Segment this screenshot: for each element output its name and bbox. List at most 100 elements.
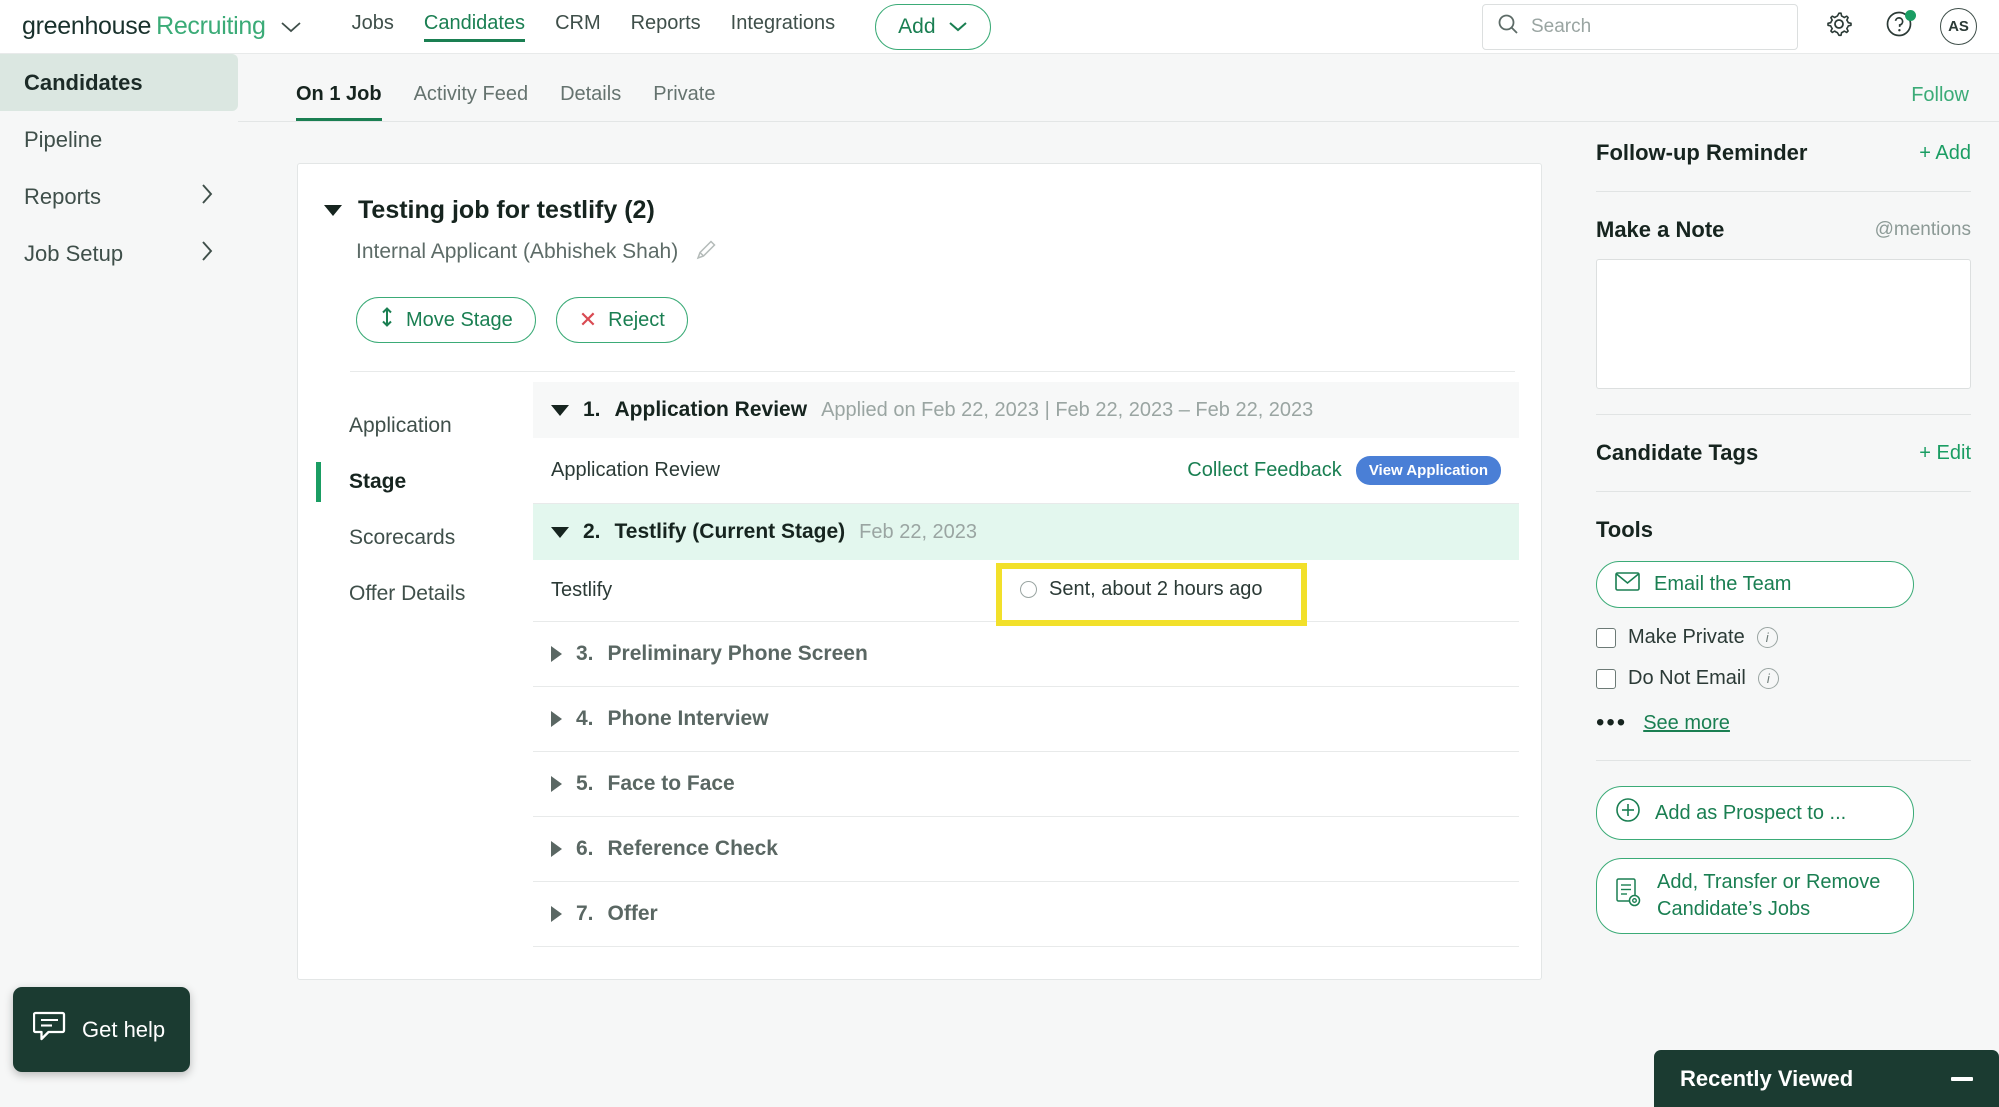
- edit-tags-button[interactable]: + Edit: [1919, 442, 1971, 465]
- do-not-email-row[interactable]: Do Not Email i: [1596, 667, 1971, 690]
- mentions-hint[interactable]: @mentions: [1875, 219, 1971, 241]
- search-box[interactable]: [1482, 3, 1798, 50]
- sidebar-item-reports[interactable]: Reports: [0, 168, 238, 225]
- chat-bubble-icon: [32, 1010, 69, 1049]
- app-logo[interactable]: greenhouse Recruiting: [22, 12, 302, 41]
- add-button[interactable]: Add: [875, 3, 991, 50]
- see-more-row[interactable]: ••• See more: [1596, 710, 1971, 735]
- stage-header-application-review[interactable]: 1. Application Review Applied on Feb 22,…: [533, 382, 1519, 438]
- nav-link-integrations[interactable]: Integrations: [731, 12, 836, 42]
- add-as-prospect-button[interactable]: Add as Prospect to ...: [1596, 786, 1914, 840]
- add-followup-button[interactable]: + Add: [1919, 142, 1971, 165]
- collapse-triangle-icon[interactable]: [551, 526, 569, 538]
- tab-activity-feed[interactable]: Activity Feed: [414, 83, 528, 121]
- reject-button[interactable]: ✕ Reject: [555, 297, 688, 343]
- stage-row-label: Application Review: [551, 459, 720, 481]
- sub-nav-item-scorecards[interactable]: Scorecards: [333, 510, 533, 566]
- recently-viewed-label: Recently Viewed: [1680, 1065, 1854, 1091]
- settings-button[interactable]: [1820, 8, 1858, 46]
- testlify-status-group[interactable]: Sent, about 2 hours ago: [1020, 578, 1263, 601]
- move-stage-icon: [379, 306, 395, 334]
- tab-list: On 1 Job Activity Feed Details Private: [296, 83, 715, 121]
- make-private-row[interactable]: Make Private i: [1596, 626, 1971, 649]
- get-help-button[interactable]: Get help: [13, 987, 190, 1072]
- stage-action-buttons: Move Stage ✕ Reject: [356, 297, 1541, 343]
- chevron-down-icon: [948, 15, 968, 39]
- recently-viewed-panel[interactable]: Recently Viewed: [1654, 1050, 1999, 1107]
- collect-feedback-link[interactable]: Collect Feedback: [1187, 459, 1342, 482]
- make-a-note-section: Make a Note @mentions: [1568, 217, 1999, 389]
- chevron-right-icon: [200, 183, 214, 211]
- note-textarea[interactable]: [1596, 259, 1971, 389]
- sidebar-item-label: Reports: [24, 183, 102, 209]
- sidebar-item-pipeline[interactable]: Pipeline: [0, 111, 238, 168]
- stage-header-reference-check[interactable]: 6. Reference Check: [533, 817, 1519, 882]
- make-private-label: Make Private: [1628, 626, 1745, 648]
- nav-link-jobs[interactable]: Jobs: [352, 12, 394, 42]
- candidate-jobs-actions: Add as Prospect to ... Add, Transfer or …: [1568, 786, 1999, 934]
- nav-link-crm[interactable]: CRM: [555, 12, 601, 42]
- chevron-down-icon[interactable]: [280, 20, 302, 34]
- followup-reminder-section: Follow-up Reminder + Add: [1568, 140, 1999, 166]
- greenhouse-candidate-page: greenhouse Recruiting Jobs Candidates CR…: [0, 0, 1999, 1107]
- search-input[interactable]: [1531, 15, 1783, 38]
- sidebar-item-candidates[interactable]: Candidates: [0, 54, 238, 111]
- sub-nav-item-offer-details[interactable]: Offer Details: [333, 566, 533, 622]
- collapse-triangle-icon[interactable]: [551, 404, 569, 416]
- transfer-jobs-button[interactable]: Add, Transfer or Remove Candidate’s Jobs: [1596, 858, 1914, 934]
- stage-name: Offer: [607, 902, 658, 925]
- stage-row-label: Testlify: [551, 579, 613, 601]
- expand-triangle-icon[interactable]: [551, 776, 562, 792]
- close-x-icon: ✕: [578, 307, 598, 332]
- stage-header-phone-interview[interactable]: 4. Phone Interview: [533, 687, 1519, 752]
- sidebar-item-label: Job Setup: [24, 240, 124, 266]
- nav-link-reports[interactable]: Reports: [631, 12, 701, 42]
- status-radio-icon[interactable]: [1020, 581, 1037, 598]
- expand-triangle-icon[interactable]: [551, 711, 562, 727]
- see-more-link[interactable]: See more: [1643, 712, 1730, 735]
- tab-details[interactable]: Details: [560, 83, 621, 121]
- candidate-tags-title: Candidate Tags: [1596, 440, 1759, 465]
- sub-nav-item-stage[interactable]: Stage: [316, 454, 533, 510]
- sub-nav-item-application[interactable]: Application: [333, 398, 533, 454]
- minimize-icon[interactable]: [1951, 1076, 1973, 1081]
- job-source-row: Internal Applicant (Abhishek Shah): [356, 237, 1541, 267]
- help-button[interactable]: [1880, 8, 1918, 46]
- pencil-edit-icon[interactable]: [694, 237, 719, 267]
- stage-number: 5.: [576, 772, 594, 795]
- email-the-team-button[interactable]: Email the Team: [1596, 561, 1914, 608]
- sidebar-item-job-setup[interactable]: Job Setup: [0, 225, 238, 282]
- notification-dot: [1905, 9, 1916, 21]
- candidate-tags-header: Candidate Tags + Edit: [1596, 440, 1971, 466]
- info-icon[interactable]: i: [1757, 668, 1779, 689]
- status-badge: Sent, about 2 hours ago: [1049, 578, 1263, 600]
- top-navigation-bar: greenhouse Recruiting Jobs Candidates CR…: [0, 0, 1999, 54]
- follow-link[interactable]: Follow: [1911, 84, 1969, 107]
- stage-number: 6.: [576, 837, 594, 860]
- make-a-note-title: Make a Note: [1596, 217, 1725, 242]
- tab-private[interactable]: Private: [653, 83, 715, 121]
- stage-header-offer[interactable]: 7. Offer: [533, 882, 1519, 947]
- move-stage-button[interactable]: Move Stage: [356, 297, 536, 343]
- stage-header-testlify[interactable]: 2. Testlify (Current Stage) Feb 22, 2023: [533, 504, 1519, 560]
- avatar[interactable]: AS: [1940, 8, 1977, 45]
- info-icon[interactable]: i: [1756, 627, 1778, 648]
- stage-number: 3.: [576, 642, 594, 665]
- candidate-tab-bar: On 1 Job Activity Feed Details Private F…: [238, 54, 1999, 122]
- topnav-right-cluster: AS: [1482, 3, 1977, 50]
- do-not-email-checkbox[interactable]: [1596, 668, 1616, 689]
- nav-link-candidates[interactable]: Candidates: [423, 12, 526, 42]
- expand-triangle-icon[interactable]: [551, 906, 562, 922]
- stage-name: Preliminary Phone Screen: [607, 642, 868, 665]
- stage-list: 1. Application Review Applied on Feb 22,…: [533, 372, 1541, 947]
- make-private-checkbox[interactable]: [1596, 627, 1616, 648]
- collapse-triangle-icon[interactable]: [324, 205, 342, 216]
- document-settings-icon: [1615, 877, 1643, 915]
- view-application-badge[interactable]: View Application: [1355, 456, 1501, 485]
- stage-name: Face to Face: [607, 772, 735, 795]
- tab-on-1-job[interactable]: On 1 Job: [296, 83, 382, 121]
- stage-header-preliminary-phone-screen[interactable]: 3. Preliminary Phone Screen: [533, 622, 1519, 687]
- stage-header-face-to-face[interactable]: 5. Face to Face: [533, 752, 1519, 817]
- expand-triangle-icon[interactable]: [551, 841, 562, 857]
- expand-triangle-icon[interactable]: [551, 646, 562, 662]
